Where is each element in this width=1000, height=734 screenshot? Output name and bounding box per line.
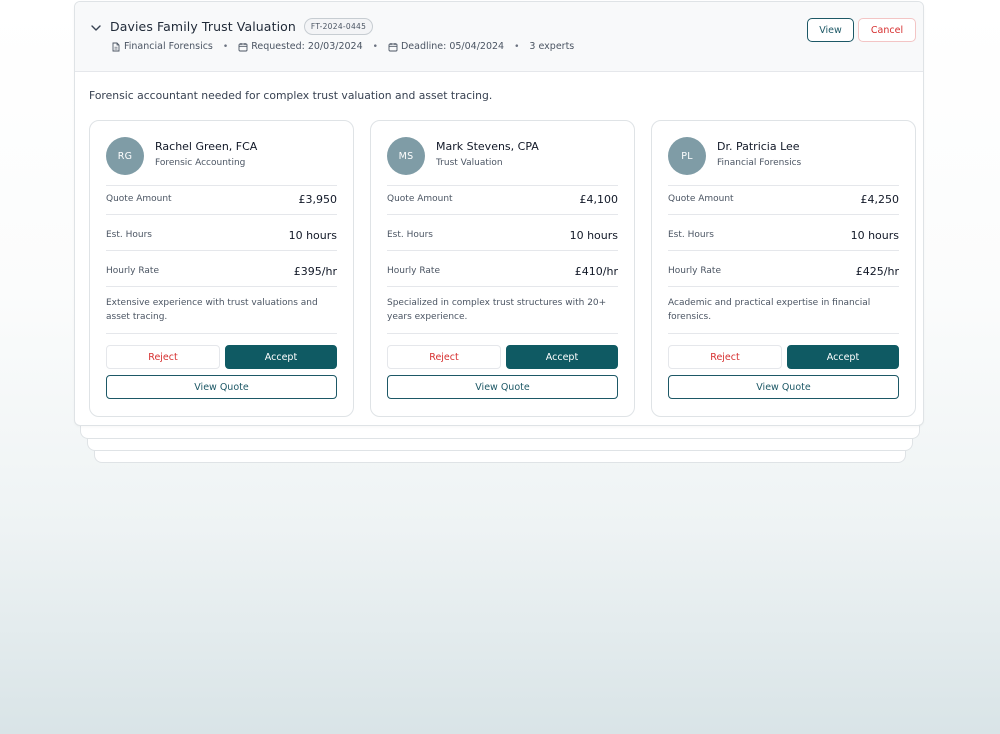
- reject-button[interactable]: Reject: [387, 345, 501, 369]
- calendar-icon: [238, 42, 248, 51]
- quote-amount-row: Quote Amount £4,250: [668, 189, 899, 209]
- est-hours-value: 10 hours: [288, 228, 337, 242]
- requested-date: Requested: 20/03/2024: [251, 41, 363, 52]
- request-title: Davies Family Trust Valuation: [110, 19, 296, 34]
- hourly-rate-row: Hourly Rate £410/hr: [387, 261, 618, 281]
- reference-badge: FT-2024-0445: [303, 18, 374, 35]
- divider: [668, 286, 899, 287]
- chevron-down-icon[interactable]: [89, 21, 103, 35]
- quote-amount-label: Quote Amount: [106, 194, 172, 204]
- divider: [106, 250, 337, 251]
- avatar: MS: [387, 137, 425, 175]
- expert-specialty: Forensic Accounting: [155, 158, 246, 168]
- expert-specialty: Trust Valuation: [436, 158, 503, 168]
- meta-separator: •: [222, 41, 229, 52]
- expert-name: Mark Stevens, CPA: [436, 140, 539, 153]
- divider: [106, 185, 337, 186]
- expert-specialty: Financial Forensics: [717, 158, 802, 168]
- hourly-rate-row: Hourly Rate £425/hr: [668, 261, 899, 281]
- quote-amount-row: Quote Amount £3,950: [106, 189, 337, 209]
- request-header: Davies Family Trust Valuation FT-2024-04…: [75, 2, 923, 72]
- title-row: Davies Family Trust Valuation FT-2024-04…: [110, 18, 374, 35]
- divider: [106, 214, 337, 215]
- divider: [387, 214, 618, 215]
- category-label: Financial Forensics: [124, 41, 213, 52]
- hourly-rate-label: Hourly Rate: [106, 266, 160, 276]
- cancel-button[interactable]: Cancel: [858, 18, 916, 42]
- divider: [387, 185, 618, 186]
- quote-amount-row: Quote Amount £4,100: [387, 189, 618, 209]
- reject-button[interactable]: Reject: [668, 345, 782, 369]
- est-hours-row: Est. Hours 10 hours: [668, 225, 899, 245]
- est-hours-value: 10 hours: [569, 228, 618, 242]
- accept-button[interactable]: Accept: [787, 345, 899, 369]
- divider: [668, 250, 899, 251]
- divider: [668, 214, 899, 215]
- divider: [387, 250, 618, 251]
- quote-card: MS Mark Stevens, CPA Trust Valuation Quo…: [370, 120, 635, 417]
- expert-name: Rachel Green, FCA: [155, 140, 258, 153]
- quote-amount-value: £4,100: [579, 192, 619, 206]
- divider: [668, 185, 899, 186]
- quote-amount-label: Quote Amount: [387, 194, 453, 204]
- est-hours-row: Est. Hours 10 hours: [106, 225, 337, 245]
- avatar: RG: [106, 137, 144, 175]
- hourly-rate-row: Hourly Rate £395/hr: [106, 261, 337, 281]
- expert-name: Dr. Patricia Lee: [717, 140, 800, 153]
- meta-separator: •: [372, 41, 378, 52]
- meta-separator: •: [514, 41, 520, 52]
- view-button[interactable]: View: [807, 18, 854, 42]
- experts-count: 3 experts: [529, 41, 575, 52]
- hourly-rate-value: £410/hr: [574, 264, 618, 278]
- document-icon: [112, 42, 120, 51]
- est-hours-label: Est. Hours: [387, 230, 433, 240]
- requested-item: Requested: 20/03/2024: [238, 41, 363, 52]
- quote-note: Extensive experience with trust valuatio…: [106, 298, 318, 322]
- divider: [387, 286, 618, 287]
- view-quote-button[interactable]: View Quote: [668, 375, 899, 399]
- divider: [106, 286, 337, 287]
- accept-button[interactable]: Accept: [225, 345, 337, 369]
- category-item: Financial Forensics: [111, 41, 213, 52]
- request-meta: Financial Forensics • Requested: 20/03/2…: [111, 41, 574, 52]
- quote-card: PL Dr. Patricia Lee Financial Forensics …: [651, 120, 916, 417]
- est-hours-row: Est. Hours 10 hours: [387, 225, 618, 245]
- quote-amount-value: £3,950: [298, 192, 338, 206]
- hourly-rate-value: £395/hr: [293, 264, 337, 278]
- calendar-icon: [388, 42, 398, 51]
- quote-amount-value: £4,250: [860, 192, 900, 206]
- reject-button[interactable]: Reject: [106, 345, 220, 369]
- divider: [106, 333, 337, 334]
- accept-button[interactable]: Accept: [506, 345, 618, 369]
- view-quote-button[interactable]: View Quote: [387, 375, 618, 399]
- avatar: PL: [668, 137, 706, 175]
- view-quote-button[interactable]: View Quote: [106, 375, 337, 399]
- est-hours-label: Est. Hours: [106, 230, 152, 240]
- divider: [387, 333, 618, 334]
- request-card: Davies Family Trust Valuation FT-2024-04…: [74, 1, 924, 426]
- deadline-item: Deadline: 05/04/2024: [388, 41, 504, 52]
- request-description: Forensic accountant needed for complex t…: [89, 89, 493, 102]
- quote-card: RG Rachel Green, FCA Forensic Accounting…: [89, 120, 354, 417]
- quote-amount-label: Quote Amount: [668, 194, 734, 204]
- deadline-date: Deadline: 05/04/2024: [400, 41, 505, 52]
- divider: [668, 333, 899, 334]
- hourly-rate-label: Hourly Rate: [387, 266, 441, 276]
- hourly-rate-value: £425/hr: [855, 264, 899, 278]
- est-hours-label: Est. Hours: [668, 230, 714, 240]
- quote-note: Academic and practical expertise in fina…: [668, 298, 871, 322]
- hourly-rate-label: Hourly Rate: [668, 266, 722, 276]
- est-hours-value: 10 hours: [850, 228, 899, 242]
- quote-note: Specialized in complex trust structures …: [387, 298, 607, 322]
